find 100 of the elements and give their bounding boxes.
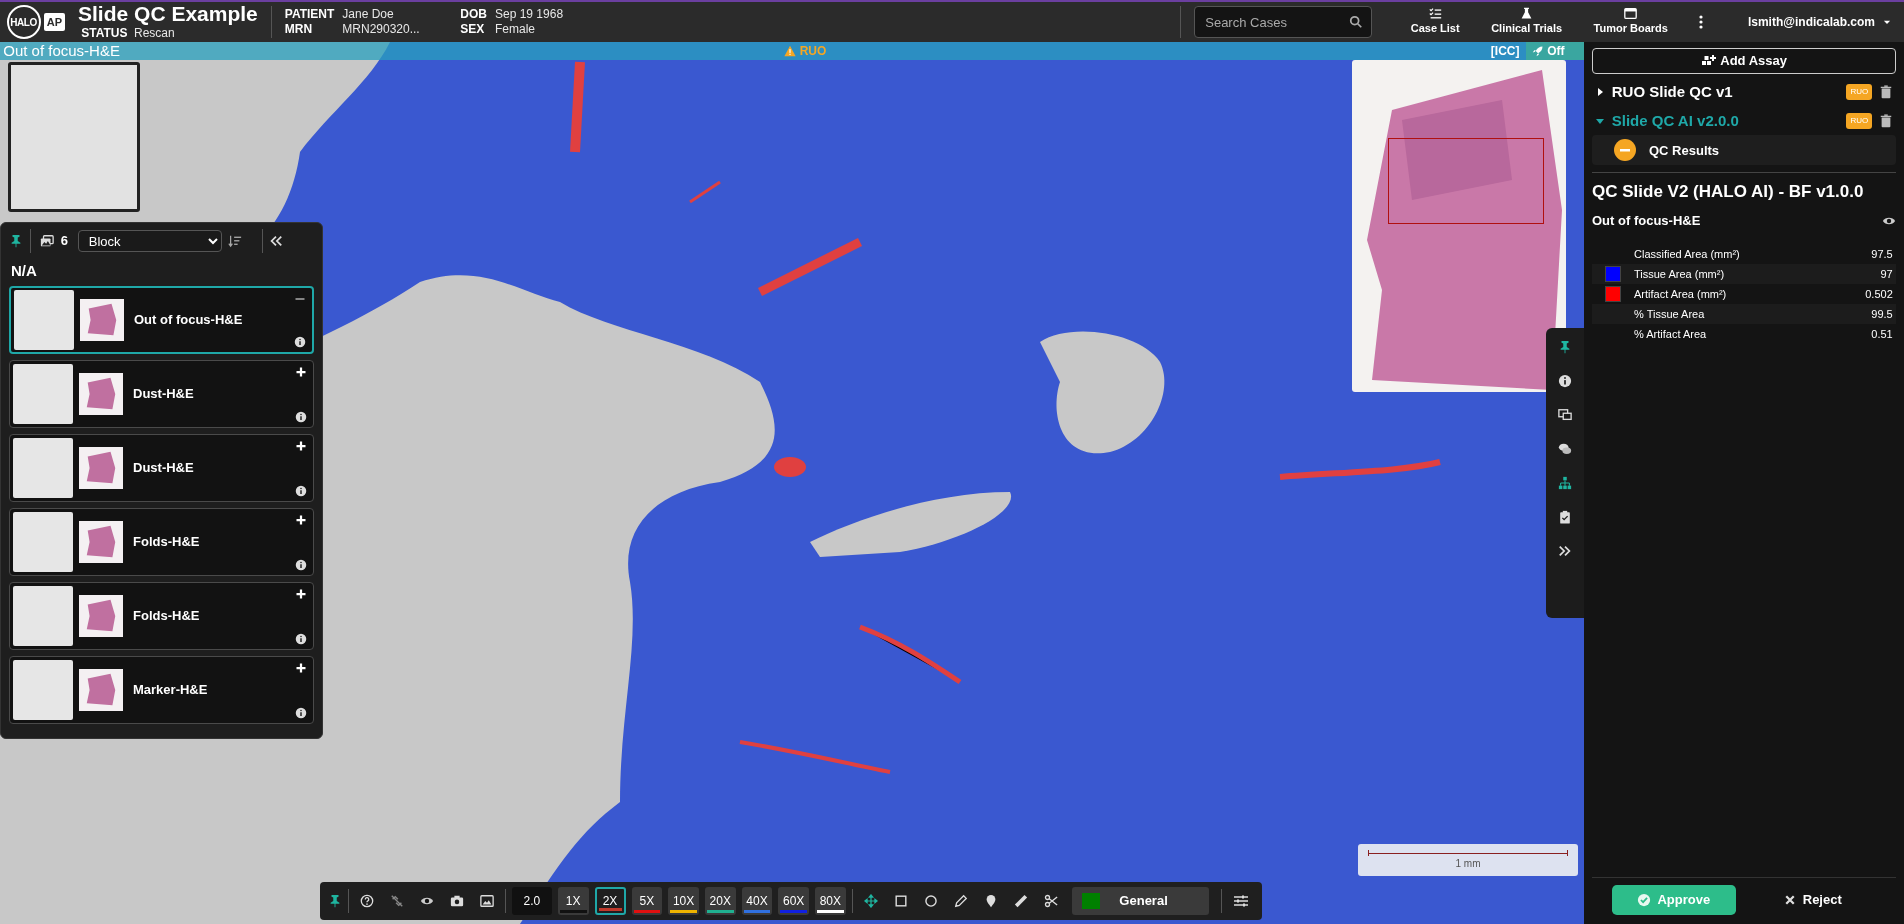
collapse-icon[interactable] — [269, 234, 284, 248]
metric-label: % Artifact Area — [1634, 326, 1708, 342]
slide-label-photo — [13, 660, 73, 720]
field-value: Jane Doe — [342, 7, 395, 22]
nav-link[interactable]: Clinical Trials — [1485, 7, 1569, 37]
group-select[interactable]: Block — [77, 230, 222, 252]
magnification-button[interactable]: 2X — [594, 887, 626, 915]
info-icon[interactable] — [295, 559, 307, 571]
slide-name: Dust-H&E — [133, 385, 194, 404]
search-icon[interactable] — [1349, 15, 1364, 29]
pencil-icon[interactable] — [953, 894, 968, 908]
collapse-icon[interactable] — [1614, 139, 1636, 162]
result-title: QC Slide V2 (HALO AI) - BF v1.0.0 — [1592, 181, 1865, 204]
slide-label-photo — [13, 438, 73, 498]
slide-name: Folds-H&E — [133, 607, 200, 626]
rectangle-icon[interactable] — [893, 894, 908, 908]
rocket-icon — [1532, 45, 1544, 57]
info-icon[interactable] — [295, 633, 307, 645]
magnification-button[interactable]: 20X — [704, 887, 736, 915]
add-icon[interactable] — [295, 662, 307, 674]
metric-label: Classified Area (mm²) — [1634, 246, 1741, 262]
hierarchy-icon[interactable] — [1558, 476, 1572, 490]
settings-icon[interactable] — [1233, 893, 1250, 909]
metric-label: Tissue Area (mm²) — [1634, 266, 1726, 282]
qc-results-label[interactable]: QC Results — [1649, 140, 1720, 160]
info-icon[interactable] — [295, 411, 307, 423]
scissors-icon[interactable] — [1043, 894, 1058, 908]
slide-card[interactable]: Marker-H&E — [9, 656, 314, 724]
field-value: Female — [495, 22, 536, 37]
slide-name: Folds-H&E — [133, 533, 200, 552]
move-icon[interactable] — [863, 894, 878, 908]
reject-button[interactable]: Reject — [1774, 885, 1852, 915]
zoom-field[interactable]: 2.0 — [511, 887, 552, 915]
nav-link[interactable]: Tumor Boards — [1587, 7, 1674, 37]
search-field[interactable]: Search Cases — [1194, 6, 1373, 38]
add-icon[interactable] — [295, 366, 307, 378]
user-menu[interactable]: lsmith@indicalab.com — [1741, 13, 1898, 31]
magnification-button[interactable]: 80X — [815, 887, 846, 915]
add-assay-button[interactable]: Add Assay — [1592, 48, 1896, 74]
slide-card[interactable]: Folds-H&E — [9, 508, 314, 576]
field-label: DOB — [460, 7, 487, 22]
slide-card[interactable]: Dust-H&E — [9, 360, 314, 428]
ruo-badge: RUO — [1846, 83, 1873, 100]
slide-label-photo — [13, 512, 73, 572]
metric-value: 97 — [1880, 266, 1894, 282]
ellipse-icon[interactable] — [923, 894, 938, 908]
magnification-button[interactable]: 40X — [741, 887, 773, 915]
delete-icon[interactable] — [1878, 84, 1893, 99]
magnification-button[interactable]: 1X — [557, 887, 589, 915]
ruo-badge: RUO — [1846, 112, 1873, 129]
slides-icon — [40, 234, 55, 248]
camera-icon[interactable] — [449, 894, 464, 908]
slide-card[interactable]: Folds-H&E — [9, 582, 314, 650]
warning-icon — [784, 45, 797, 57]
class-select[interactable]: General — [1071, 887, 1210, 915]
field-value: Sep 19 1968 — [495, 7, 564, 22]
magnification-button[interactable]: 60X — [778, 887, 809, 915]
field-label: PATIENT — [284, 7, 335, 22]
info-icon[interactable] — [1558, 374, 1572, 388]
slide-label-photo — [14, 290, 74, 350]
info-icon[interactable] — [294, 336, 306, 348]
delete-icon[interactable] — [1878, 113, 1893, 128]
image-icon[interactable] — [479, 894, 494, 908]
unlink-icon[interactable] — [389, 894, 404, 908]
slide-card[interactable]: Dust-H&E — [9, 434, 314, 502]
logo-text: AP — [43, 12, 66, 32]
ruler-icon[interactable] — [1013, 894, 1028, 908]
slide-card[interactable]: Out of focus-H&E — [9, 286, 314, 354]
add-icon[interactable] — [295, 440, 307, 452]
slide-name: Marker-H&E — [133, 681, 208, 700]
chat-icon[interactable] — [1558, 442, 1572, 456]
field-value: MRN290320... — [342, 22, 421, 37]
checklist-icon — [1428, 7, 1442, 21]
assay-name[interactable]: Slide QC AI v2.0.0 — [1611, 109, 1840, 132]
help-icon[interactable] — [359, 894, 374, 908]
info-icon[interactable] — [295, 707, 307, 719]
window-icon — [1624, 7, 1638, 21]
expand-icon[interactable] — [1558, 544, 1572, 558]
metric-value: 0.51 — [1871, 326, 1894, 342]
screens-icon[interactable] — [1558, 408, 1572, 422]
status-value: Rescan — [134, 25, 175, 42]
result-subtitle: Out of focus-H&E — [1592, 212, 1702, 231]
assay-name[interactable]: RUO Slide QC v1 — [1611, 80, 1840, 103]
sort-icon[interactable] — [228, 234, 243, 248]
magnification-button[interactable]: 10X — [668, 887, 699, 915]
add-icon[interactable] — [295, 514, 307, 526]
add-icon[interactable] — [295, 588, 307, 600]
clipboard-icon[interactable] — [1558, 510, 1572, 524]
info-icon[interactable] — [295, 485, 307, 497]
page-title: Slide QC Example — [78, 2, 258, 24]
slide-name: Dust-H&E — [133, 459, 194, 478]
nav-link[interactable]: Case List — [1404, 7, 1466, 37]
magnification-button[interactable]: 5X — [631, 887, 663, 915]
flask-icon — [1520, 7, 1534, 21]
slide-label-photo — [13, 586, 73, 646]
logo-mark: HALO — [6, 5, 41, 39]
slide-name: Out of focus-H&E — [134, 311, 243, 330]
artifact-streak — [689, 180, 721, 204]
slide-count: 6 — [60, 232, 68, 251]
close-icon — [1784, 893, 1797, 906]
